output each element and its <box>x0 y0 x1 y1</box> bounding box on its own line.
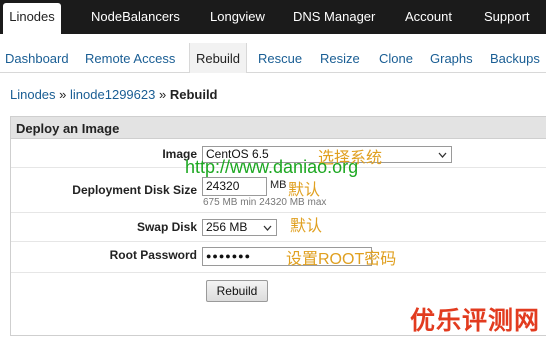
top-nav-item-dns-manager[interactable]: DNS Manager <box>293 0 375 34</box>
panel-title: Deploy an Image <box>11 117 546 139</box>
breadcrumb-separator: » <box>158 87 167 102</box>
tab-resize[interactable]: Resize <box>320 34 360 72</box>
swap-disk-annotation: 默认 <box>290 218 323 235</box>
row-divider <box>11 212 546 213</box>
top-nav-item-account[interactable]: Account <box>405 0 452 34</box>
disk-size-unit: MB <box>270 179 287 191</box>
tab-clone[interactable]: Clone <box>379 34 413 72</box>
sub-nav: Dashboard Remote Access Rebuild Rescue R… <box>0 34 546 73</box>
swap-disk-select[interactable]: 256 MB <box>202 219 277 236</box>
chevron-down-icon <box>438 152 447 158</box>
top-nav-item-longview[interactable]: Longview <box>210 0 265 34</box>
chevron-down-icon <box>263 225 272 231</box>
breadcrumb: Linodes » linode1299623 » Rebuild <box>10 87 218 102</box>
row-divider <box>11 241 546 242</box>
tab-graphs[interactable]: Graphs <box>430 34 473 72</box>
breadcrumb-linodes-link[interactable]: Linodes <box>10 87 56 102</box>
disk-size-label: Deployment Disk Size <box>72 183 197 197</box>
top-nav-item-support[interactable]: Support <box>484 0 530 34</box>
root-password-annotation: 设置ROOT密码 <box>286 251 397 268</box>
row-divider <box>11 272 546 273</box>
root-password-label: Root Password <box>109 248 197 262</box>
breadcrumb-current: Rebuild <box>169 87 218 102</box>
tab-backups[interactable]: Backups <box>490 34 540 72</box>
breadcrumb-node-link[interactable]: linode1299623 <box>70 87 155 102</box>
disk-size-hint: 675 MB min 24320 MB max <box>203 197 327 208</box>
top-nav: Linodes NodeBalancers Longview DNS Manag… <box>0 0 546 34</box>
tab-rescue[interactable]: Rescue <box>258 34 302 72</box>
url-overlay: http://www.daniao.org <box>185 157 359 177</box>
swap-disk-select-value: 256 MB <box>206 220 248 234</box>
tab-dashboard[interactable]: Dashboard <box>5 34 69 72</box>
rebuild-button[interactable]: Rebuild <box>206 280 268 302</box>
top-nav-item-nodebalancers[interactable]: NodeBalancers <box>91 0 180 34</box>
top-nav-item-linodes[interactable]: Linodes <box>3 3 61 34</box>
swap-disk-label: Swap Disk <box>136 220 197 234</box>
tab-remote-access[interactable]: Remote Access <box>85 34 175 72</box>
disk-size-input[interactable]: 24320 <box>202 177 267 196</box>
tab-rebuild[interactable]: Rebuild <box>189 43 247 73</box>
breadcrumb-separator: » <box>59 87 67 102</box>
watermark: 优乐评测网 <box>409 307 540 335</box>
